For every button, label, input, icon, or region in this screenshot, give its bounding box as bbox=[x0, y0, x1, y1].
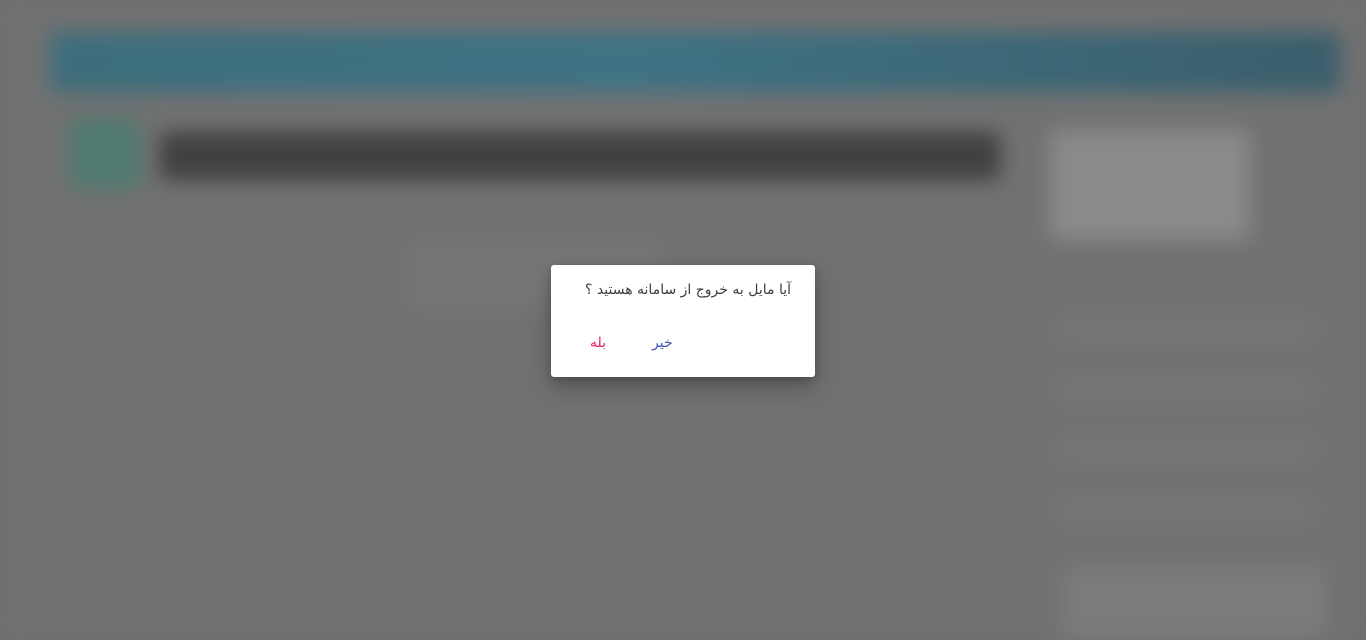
background-sidebar-row bbox=[1060, 380, 1310, 398]
background-sidebar-row bbox=[1060, 440, 1310, 458]
no-button[interactable]: خیر bbox=[652, 335, 673, 351]
background-sidebar-row bbox=[1060, 500, 1310, 518]
logout-confirm-dialog: آیا مایل به خروج از سامانه هستید ؟ خیر ب… bbox=[551, 265, 815, 377]
yes-button[interactable]: بله bbox=[590, 335, 606, 351]
background-footer-block bbox=[1062, 566, 1326, 640]
background-header-bar bbox=[50, 32, 1340, 92]
background-title-bar bbox=[160, 132, 1000, 180]
background-profile-block bbox=[1050, 130, 1250, 240]
background-sidebar-row bbox=[1060, 320, 1310, 338]
background-avatar bbox=[70, 118, 140, 188]
dialog-message: آیا مایل به خروج از سامانه هستید ؟ bbox=[585, 282, 791, 298]
